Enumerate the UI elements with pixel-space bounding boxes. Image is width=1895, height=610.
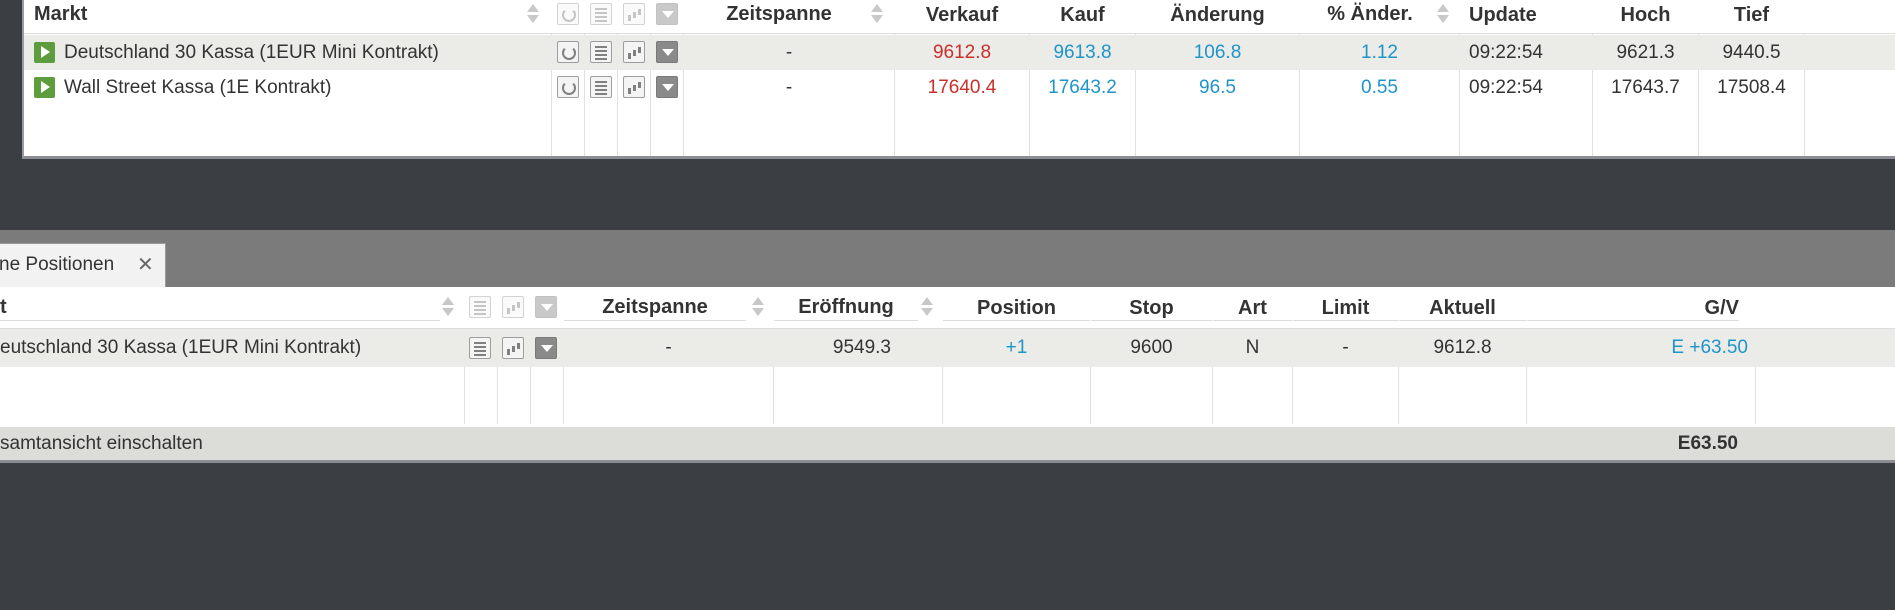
sort-icon[interactable] (526, 2, 540, 26)
col-header-position[interactable]: Position (943, 287, 1090, 321)
play-icon[interactable] (34, 42, 55, 63)
dropdown-icon[interactable] (656, 76, 678, 98)
markets-grid: Markt Zeitspanne Verkauf Kauf Änderung %… (24, 0, 1895, 156)
col-header-stop[interactable]: Stop (1091, 287, 1212, 321)
refresh-all-icon[interactable] (557, 3, 579, 25)
markets-panel: Markt Zeitspanne Verkauf Kauf Änderung %… (22, 0, 1895, 159)
info-icon[interactable] (469, 337, 491, 359)
dropdown-icon[interactable] (656, 41, 678, 63)
info-all-icon[interactable] (590, 3, 612, 25)
col-header-hoch[interactable]: Hoch (1593, 0, 1698, 34)
current-value: 9612.8 (1433, 337, 1492, 358)
col-header-pct[interactable]: % Änder. (1300, 0, 1440, 34)
sort-icon[interactable] (1436, 2, 1450, 26)
col-header-kauf[interactable]: Kauf (1030, 0, 1135, 34)
update-time: 09:22:54 (1469, 77, 1543, 98)
zeitspanne-value: - (785, 42, 793, 63)
col-header-tief[interactable]: Tief (1699, 0, 1804, 34)
dropdown-icon[interactable] (535, 337, 557, 359)
col-header-markt[interactable]: t (0, 287, 440, 321)
stop-value[interactable]: 9600 (1091, 329, 1212, 367)
table-row[interactable]: eutschland 30 Kassa (1EUR Mini Kontrakt)… (0, 329, 1895, 367)
info-all-icon[interactable] (469, 296, 491, 318)
sort-icon[interactable] (751, 295, 765, 319)
zeitspanne-value: - (785, 77, 793, 98)
buy-price[interactable]: 9613.8 (1030, 35, 1135, 70)
high-value: 17643.7 (1611, 77, 1680, 98)
zeitspanne-value: - (665, 337, 672, 358)
table-row[interactable]: Wall Street Kassa (1E Kontrakt) - 17640.… (24, 70, 1895, 105)
info-icon[interactable] (590, 76, 612, 98)
toggle-overview-link[interactable]: samtansicht einschalten (0, 427, 203, 460)
art-value: N (1245, 337, 1260, 358)
limit-value[interactable]: - (1293, 329, 1398, 367)
buy-price[interactable]: 17643.2 (1030, 70, 1135, 105)
change-pct: 1.12 (1361, 42, 1398, 63)
sort-icon[interactable] (441, 295, 455, 319)
chart-icon[interactable] (502, 337, 524, 359)
refresh-icon[interactable] (557, 76, 579, 98)
positions-grid: t Zeitspanne Eröffnung Position Stop Art… (0, 287, 1895, 460)
chart-icon[interactable] (623, 41, 645, 63)
change-pct: 0.55 (1361, 77, 1398, 98)
positions-panel: t Zeitspanne Eröffnung Position Stop Art… (0, 287, 1895, 463)
col-header-aktuell[interactable]: Aktuell (1399, 287, 1526, 321)
position-size[interactable]: +1 (943, 329, 1090, 367)
sort-icon[interactable] (920, 295, 934, 319)
info-icon[interactable] (590, 41, 612, 63)
table-row[interactable]: Deutschland 30 Kassa (1EUR Mini Kontrakt… (24, 35, 1895, 70)
dropdown-all-icon[interactable] (535, 296, 557, 318)
market-name[interactable]: Deutschland 30 Kassa (1EUR Mini Kontrakt… (64, 35, 544, 70)
chart-all-icon[interactable] (502, 296, 524, 318)
low-value: 17508.4 (1717, 77, 1786, 98)
opening-value: 9549.3 (832, 337, 891, 358)
chart-all-icon[interactable] (623, 3, 645, 25)
col-header-limit[interactable]: Limit (1293, 287, 1398, 321)
col-header-verkauf[interactable]: Verkauf (895, 0, 1029, 34)
col-header-aenderung[interactable]: Änderung (1136, 0, 1299, 34)
play-icon[interactable] (34, 77, 55, 98)
refresh-icon[interactable] (557, 41, 579, 63)
tab-positions[interactable]: ne Positionen ✕ (0, 243, 166, 287)
col-header-zeitspanne[interactable]: Zeitspanne (684, 0, 874, 34)
col-header-art[interactable]: Art (1213, 287, 1292, 321)
total-profit-loss: E63.50 (1677, 433, 1738, 454)
col-header-markt[interactable]: Markt (34, 0, 514, 34)
col-header-eroeffnung[interactable]: Eröffnung (774, 287, 918, 321)
tab-label: ne Positionen (0, 254, 115, 275)
close-icon[interactable]: ✕ (137, 244, 154, 286)
change-value: 106.8 (1193, 42, 1242, 63)
market-name[interactable]: Wall Street Kassa (1E Kontrakt) (64, 70, 544, 105)
sort-icon[interactable] (870, 2, 884, 26)
low-value: 9440.5 (1722, 42, 1781, 63)
update-time: 09:22:54 (1469, 42, 1543, 63)
col-header-gv[interactable]: G/V (1527, 287, 1739, 321)
sell-price[interactable]: 9612.8 (895, 35, 1029, 70)
high-value: 9621.3 (1616, 42, 1675, 63)
chart-icon[interactable] (623, 76, 645, 98)
col-header-zeitspanne[interactable]: Zeitspanne (564, 287, 746, 321)
positions-footer: samtansicht einschalten E63.50 (0, 427, 1895, 460)
position-name[interactable]: eutschland 30 Kassa (1EUR Mini Kontrakt) (0, 329, 450, 367)
dropdown-all-icon[interactable] (656, 3, 678, 25)
profit-loss: E +63.50 (1671, 337, 1748, 358)
change-value: 96.5 (1199, 77, 1236, 98)
col-header-update[interactable]: Update (1469, 0, 1589, 34)
tab-strip (0, 230, 1895, 287)
sell-price[interactable]: 17640.4 (895, 70, 1029, 105)
